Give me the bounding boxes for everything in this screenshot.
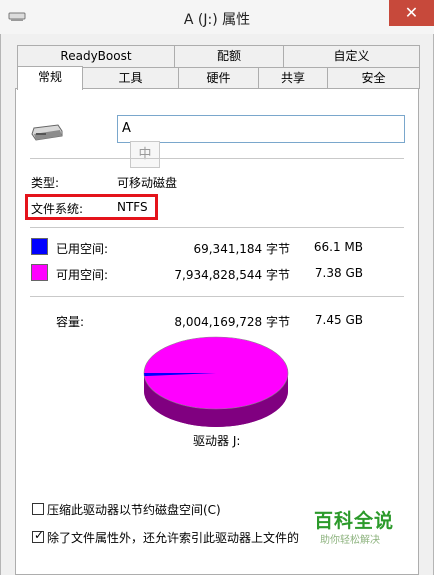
tab-readyboost[interactable]: ReadyBoost (17, 45, 175, 67)
used-space-swatch (31, 238, 48, 255)
window-title: A (J:) 属性 (183, 12, 251, 28)
tab-hardware[interactable]: 硬件 (178, 67, 259, 89)
tab-customize[interactable]: 自定义 (283, 45, 420, 67)
ime-indicator: 中 (130, 141, 160, 168)
used-space-size: 66.1 MB (313, 240, 363, 254)
free-space-bytes: 7,934,828,544 字节 (174, 268, 290, 282)
title-bar: A (J:) 属性 ✕ (0, 0, 434, 34)
compress-label: 压缩此驱动器以节约磁盘空间(C) (47, 503, 221, 517)
index-label: 除了文件属性外，还允许索引此驱动器上文件的 (47, 531, 300, 545)
filesystem-value: NTFS (117, 200, 148, 214)
tab-security[interactable]: 安全 (327, 67, 420, 89)
watermark-subtitle: 助你轻松解决 (320, 535, 380, 546)
type-label: 类型: (31, 176, 60, 190)
free-space-swatch (31, 264, 48, 281)
tab-tools[interactable]: 工具 (82, 67, 179, 89)
free-space-label: 可用空间: (56, 268, 109, 282)
tab-quota[interactable]: 配额 (174, 45, 284, 67)
index-checkbox[interactable]: ✓ (32, 528, 45, 543)
free-space-size: 7.38 GB (314, 266, 363, 280)
disk-usage-pie (143, 336, 289, 427)
divider (30, 296, 404, 297)
divider (30, 158, 404, 159)
tab-sharing[interactable]: 共享 (258, 67, 328, 89)
capacity-label: 容量: (56, 315, 85, 329)
drive-letter-label: 驱动器 J: (193, 434, 241, 448)
watermark-title: 百科全说 (314, 510, 395, 532)
used-space-label: 已用空间: (56, 242, 109, 256)
drive-name-input[interactable]: A (117, 115, 405, 143)
close-button[interactable]: ✕ (389, 0, 434, 26)
checkmark-icon: ✓ (34, 528, 45, 542)
usb-drive-icon (31, 124, 63, 141)
type-value: 可移动磁盘 (117, 176, 178, 190)
tab-general[interactable]: 常规 (17, 66, 83, 90)
capacity-bytes: 8,004,169,728 字节 (174, 315, 290, 329)
used-space-bytes: 69,341,184 字节 (193, 242, 290, 256)
capacity-size: 7.45 GB (314, 313, 363, 327)
compress-checkbox[interactable] (32, 503, 44, 515)
divider (30, 227, 404, 228)
filesystem-label: 文件系统: (31, 202, 84, 216)
